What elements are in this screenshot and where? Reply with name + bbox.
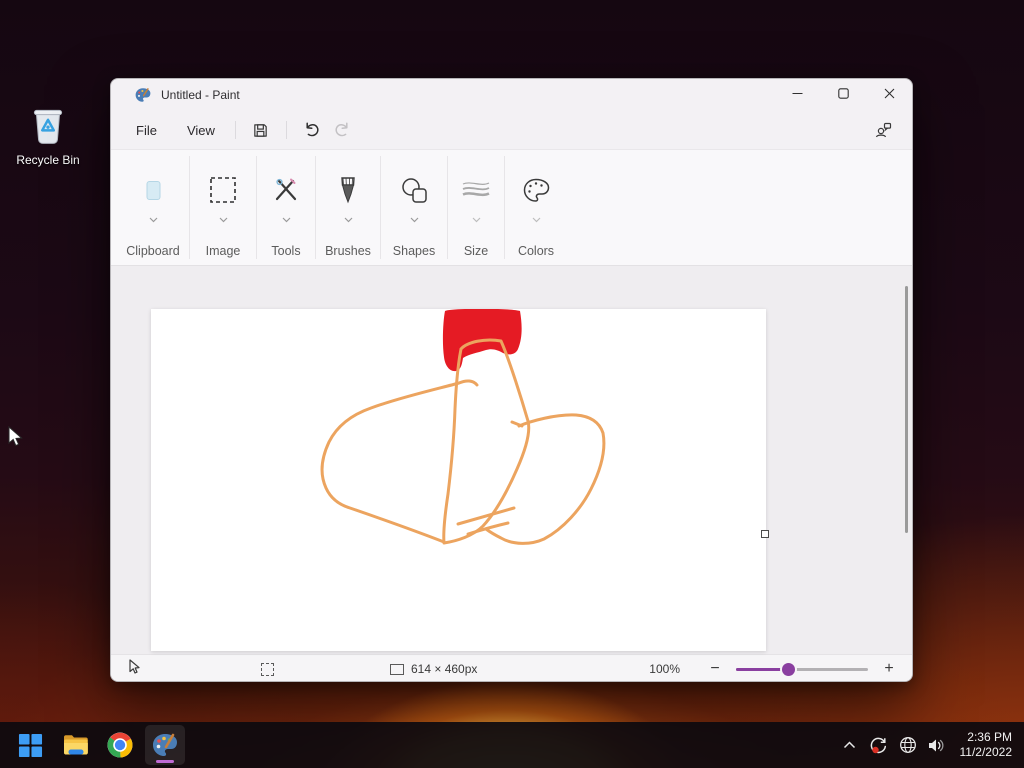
chevron-down-icon xyxy=(532,210,541,228)
sketch-leg-line-2 xyxy=(466,521,510,536)
save-icon xyxy=(254,123,268,137)
chrome-button[interactable] xyxy=(100,725,140,765)
mouse-cursor-icon xyxy=(8,425,25,453)
ribbon-group-label: Size xyxy=(463,244,489,258)
redo-button[interactable] xyxy=(327,116,357,144)
ribbon-group-clipboard[interactable]: Clipboard xyxy=(117,150,189,265)
ribbon-group-image[interactable]: Image xyxy=(190,150,256,265)
stroke-size-icon xyxy=(461,174,491,206)
speaker-icon xyxy=(929,739,944,751)
canvas-area xyxy=(111,266,912,654)
chevron-down-icon xyxy=(149,210,158,228)
ribbon-group-label: Colors xyxy=(517,244,555,258)
brush-icon xyxy=(340,174,356,206)
titlebar[interactable]: Untitled - Paint xyxy=(111,79,912,111)
maximize-icon xyxy=(837,86,849,104)
canvas-size-icon xyxy=(390,663,404,675)
network-tray-button[interactable] xyxy=(898,733,918,757)
file-explorer-icon xyxy=(63,735,88,755)
ribbon-group-label: Image xyxy=(205,244,241,258)
window-title: Untitled - Paint xyxy=(161,88,240,102)
shapes-icon xyxy=(401,174,428,206)
menu-separator xyxy=(285,121,287,139)
desktop: { "desktop": { "recycle_bin_label": "Rec… xyxy=(0,0,1024,768)
undo-icon xyxy=(306,122,319,137)
undo-button[interactable] xyxy=(297,116,327,144)
recycle-bin-icon xyxy=(25,109,71,150)
chevron-down-icon xyxy=(282,210,291,228)
chevron-up-icon xyxy=(843,741,856,749)
show-hidden-icons-button[interactable] xyxy=(840,733,860,757)
start-icon xyxy=(18,733,42,757)
zoom-slider-thumb[interactable] xyxy=(782,662,795,676)
ribbon-group-shapes[interactable]: Shapes xyxy=(381,150,447,265)
paint-window: Untitled - Paint File View Clipboard Ima… xyxy=(110,78,913,682)
sketch-drawing xyxy=(320,308,606,545)
close-icon xyxy=(884,86,895,104)
taskbar-clock[interactable]: 2:36 PM 11/2/2022 xyxy=(960,730,1013,760)
menu-file[interactable]: File xyxy=(126,117,167,144)
clock-date: 11/2/2022 xyxy=(959,745,1013,759)
chevron-down-icon xyxy=(410,210,419,228)
zoom-slider[interactable] xyxy=(736,662,868,676)
chevron-down-icon xyxy=(344,210,353,228)
feedback-icon xyxy=(875,122,891,138)
ribbon-group-label: Tools xyxy=(271,244,301,258)
redo-icon xyxy=(335,122,348,137)
chrome-icon xyxy=(107,732,133,758)
paint-app-icon xyxy=(135,87,151,103)
ribbon-group-tools[interactable]: Tools xyxy=(257,150,315,265)
feedback-button[interactable] xyxy=(868,116,898,144)
paint-icon xyxy=(153,733,177,756)
file-explorer-button[interactable] xyxy=(55,725,95,765)
canvas-resize-handle[interactable] xyxy=(761,530,769,538)
ribbon-group-size[interactable]: Size xyxy=(448,150,504,265)
tools-icon xyxy=(273,174,299,206)
selection-icon xyxy=(209,174,237,206)
ribbon-group-label: Clipboard xyxy=(126,244,180,258)
palette-icon xyxy=(523,174,550,206)
zoom-level-text: 100% xyxy=(649,662,680,676)
update-sync-tray-button[interactable] xyxy=(869,733,889,757)
recycle-bin-label: Recycle Bin xyxy=(16,153,80,167)
taskbar: 2:36 PM 11/2/2022 xyxy=(0,722,1024,768)
vertical-scrollbar[interactable] xyxy=(905,286,908,533)
minimize-icon xyxy=(792,86,803,104)
start-button[interactable] xyxy=(10,725,50,765)
sketch-head-outline xyxy=(442,338,531,545)
paint-taskbar-button[interactable] xyxy=(145,725,185,765)
clipboard-icon xyxy=(146,174,161,206)
network-globe-icon xyxy=(899,737,916,753)
ribbon-group-label: Shapes xyxy=(392,244,436,258)
close-button[interactable] xyxy=(866,79,912,111)
ribbon-toolbar: Clipboard Image Tools Brushes Shapes Siz… xyxy=(111,149,912,266)
minimize-button[interactable] xyxy=(774,79,820,111)
canvas-size-indicator: 614 × 460px xyxy=(390,662,477,676)
menu-view[interactable]: View xyxy=(177,117,225,144)
save-button[interactable] xyxy=(246,116,276,144)
sync-update-icon xyxy=(870,737,887,753)
chevron-down-icon xyxy=(219,210,228,228)
clock-time: 2:36 PM xyxy=(967,730,1012,744)
canvas-size-text: 614 × 460px xyxy=(411,662,478,676)
active-app-indicator xyxy=(156,760,174,763)
maximize-button[interactable] xyxy=(820,79,866,111)
ribbon-group-brushes[interactable]: Brushes xyxy=(316,150,380,265)
cursor-position-icon xyxy=(129,659,140,679)
selection-size-icon xyxy=(261,662,274,676)
drawing-canvas[interactable] xyxy=(151,308,766,651)
sketch-tick xyxy=(510,420,524,428)
chevron-down-icon xyxy=(472,210,481,228)
ribbon-group-label: Brushes xyxy=(325,244,371,258)
volume-tray-button[interactable] xyxy=(927,733,947,757)
statusbar: 614 × 460px 100% − + xyxy=(111,654,912,681)
zoom-slider-fill xyxy=(736,667,788,671)
ribbon-group-colors[interactable]: Colors xyxy=(505,150,567,265)
menubar: File View xyxy=(111,111,912,149)
recycle-bin[interactable]: Recycle Bin xyxy=(8,100,88,167)
zoom-in-button[interactable]: + xyxy=(880,660,898,678)
zoom-out-button[interactable]: − xyxy=(706,660,724,678)
menu-separator xyxy=(234,121,236,139)
